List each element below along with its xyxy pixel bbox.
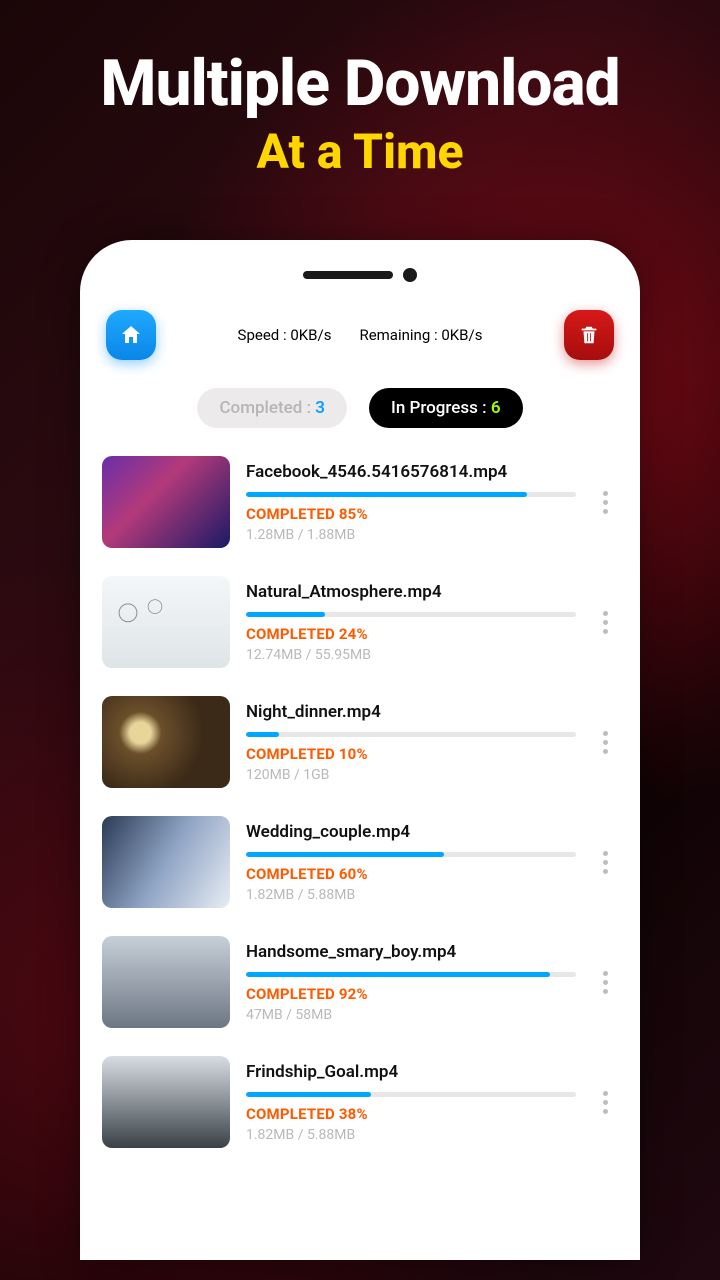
tab-in-progress[interactable]: In Progress : 6 [369,388,523,428]
video-thumbnail [102,456,230,548]
more-button[interactable] [592,971,618,994]
progress-fill [246,972,550,977]
item-body: Handsome_smary_boy.mp4 COMPLETED 92% 47M… [246,942,576,1023]
size-text: 12.74MB / 55.95MB [246,647,576,663]
size-text: 120MB / 1GB [246,767,576,783]
delete-button[interactable] [564,310,614,360]
size-text: 1.82MB / 5.88MB [246,887,576,903]
tab-completed-count: 3 [315,398,325,418]
video-thumbnail [102,816,230,908]
file-name: Wedding_couple.mp4 [246,822,576,842]
transfer-stats: Speed : 0KB/s Remaining : 0KB/s [156,326,564,344]
file-name: Facebook_4546.5416576814.mp4 [246,462,576,482]
tab-progress-count: 6 [491,398,501,418]
size-text: 1.82MB / 5.88MB [246,1127,576,1143]
list-item[interactable]: Frindship_Goal.mp4 COMPLETED 38% 1.82MB … [102,1056,618,1148]
progress-bar [246,972,576,977]
item-body: Wedding_couple.mp4 COMPLETED 60% 1.82MB … [246,822,576,903]
item-body: Natural_Atmosphere.mp4 COMPLETED 24% 12.… [246,582,576,663]
status-text: COMPLETED 10% [246,745,576,763]
status-text: COMPLETED 92% [246,985,576,1003]
more-button[interactable] [592,1091,618,1114]
speed-stat: Speed : 0KB/s [238,326,332,344]
progress-fill [246,1092,371,1097]
more-button[interactable] [592,611,618,634]
top-bar: Speed : 0KB/s Remaining : 0KB/s [98,310,622,360]
more-button[interactable] [592,851,618,874]
filter-tabs: Completed : 3 In Progress : 6 [98,388,622,428]
list-item[interactable]: Night_dinner.mp4 COMPLETED 10% 120MB / 1… [102,696,618,788]
status-text: COMPLETED 85% [246,505,576,523]
tab-completed[interactable]: Completed : 3 [197,388,347,428]
phone-notch [98,268,622,282]
more-button[interactable] [592,491,618,514]
progress-bar [246,732,576,737]
size-text: 47MB / 58MB [246,1007,576,1023]
video-thumbnail [102,1056,230,1148]
more-button[interactable] [592,731,618,754]
list-item[interactable]: Natural_Atmosphere.mp4 COMPLETED 24% 12.… [102,576,618,668]
file-name: Night_dinner.mp4 [246,702,576,722]
remaining-stat: Remaining : 0KB/s [359,326,482,344]
item-body: Frindship_Goal.mp4 COMPLETED 38% 1.82MB … [246,1062,576,1143]
progress-fill [246,732,279,737]
hero-banner: Multiple Download At a Time [100,50,619,180]
status-text: COMPLETED 24% [246,625,576,643]
phone-frame: Speed : 0KB/s Remaining : 0KB/s Complete… [80,240,640,1260]
hero-title: Multiple Download [100,50,619,117]
item-body: Facebook_4546.5416576814.mp4 COMPLETED 8… [246,462,576,543]
speaker-slot [303,271,393,279]
tab-progress-label: In Progress : [391,398,491,418]
hero-subtitle: At a Time [100,123,619,180]
item-body: Night_dinner.mp4 COMPLETED 10% 120MB / 1… [246,702,576,783]
trash-icon [578,324,600,346]
progress-bar [246,492,576,497]
video-thumbnail [102,936,230,1028]
status-text: COMPLETED 60% [246,865,576,883]
status-text: COMPLETED 38% [246,1105,576,1123]
tab-completed-label: Completed : [219,398,315,418]
size-text: 1.28MB / 1.88MB [246,527,576,543]
front-camera [403,268,417,282]
video-thumbnail [102,696,230,788]
download-list: Facebook_4546.5416576814.mp4 COMPLETED 8… [98,456,622,1148]
list-item[interactable]: Wedding_couple.mp4 COMPLETED 60% 1.82MB … [102,816,618,908]
file-name: Natural_Atmosphere.mp4 [246,582,576,602]
progress-fill [246,492,527,497]
video-thumbnail [102,576,230,668]
home-icon [119,323,143,347]
list-item[interactable]: Handsome_smary_boy.mp4 COMPLETED 92% 47M… [102,936,618,1028]
progress-bar [246,852,576,857]
progress-fill [246,852,444,857]
file-name: Handsome_smary_boy.mp4 [246,942,576,962]
progress-bar [246,1092,576,1097]
file-name: Frindship_Goal.mp4 [246,1062,576,1082]
progress-fill [246,612,325,617]
progress-bar [246,612,576,617]
list-item[interactable]: Facebook_4546.5416576814.mp4 COMPLETED 8… [102,456,618,548]
home-button[interactable] [106,310,156,360]
